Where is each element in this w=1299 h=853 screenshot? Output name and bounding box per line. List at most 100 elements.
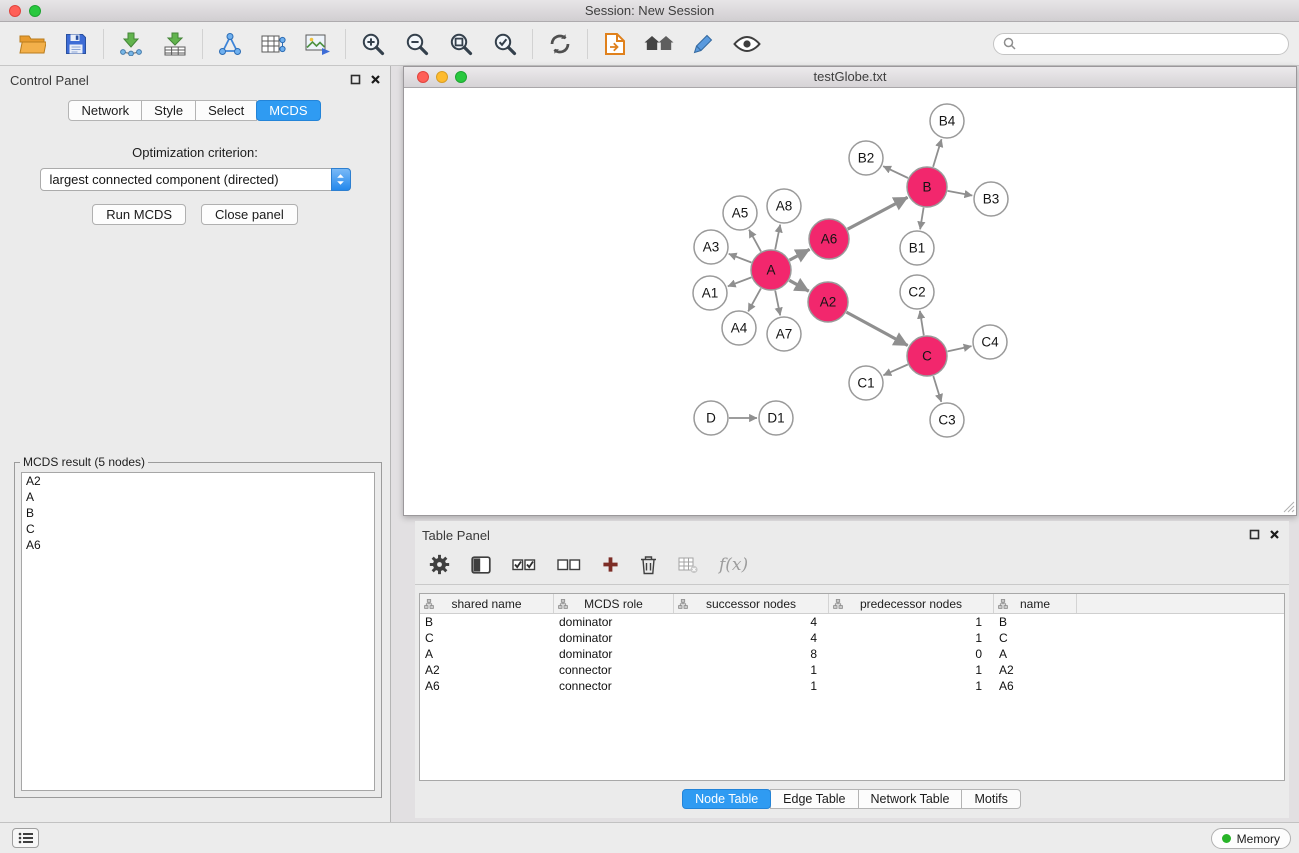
mcds-result-item[interactable]: A xyxy=(22,489,374,505)
import-network-from-file-button[interactable] xyxy=(109,25,153,63)
resize-grip-icon[interactable] xyxy=(1283,501,1295,513)
run-mcds-button[interactable]: Run MCDS xyxy=(92,204,186,225)
zoom-window-button[interactable] xyxy=(29,5,41,17)
table-cell[interactable]: 1 xyxy=(829,663,994,677)
graph-node-C4[interactable]: C4 xyxy=(973,325,1007,359)
titlebar[interactable]: Session: New Session xyxy=(0,0,1299,22)
search-box[interactable] xyxy=(993,33,1289,55)
table-cell[interactable]: C xyxy=(420,631,554,645)
graph-edge-A-A5[interactable] xyxy=(749,230,761,252)
table-cell[interactable]: 8 xyxy=(674,647,829,661)
table-cell[interactable]: A xyxy=(420,647,554,661)
delete-columns-button[interactable] xyxy=(640,555,657,575)
tab-motifs[interactable]: Motifs xyxy=(961,789,1020,809)
show-all-columns-button[interactable] xyxy=(512,558,536,572)
close-table-panel-icon[interactable] xyxy=(1269,529,1280,540)
graph-node-A[interactable]: A xyxy=(751,250,791,290)
table-cell[interactable]: connector xyxy=(554,663,674,677)
graph-edge-C-C1[interactable] xyxy=(883,365,907,376)
table-cell[interactable]: 1 xyxy=(829,679,994,693)
mcds-result-item[interactable]: C xyxy=(22,521,374,537)
graph-node-A1[interactable]: A1 xyxy=(693,276,727,310)
table-cell[interactable]: A2 xyxy=(994,663,1077,677)
graph-edge-B-B2[interactable] xyxy=(883,166,908,178)
graph-node-A8[interactable]: A8 xyxy=(767,189,801,223)
column-header-successor-nodes[interactable]: successor nodes xyxy=(674,594,829,613)
table-cell[interactable]: B xyxy=(994,615,1077,629)
float-table-panel-icon[interactable] xyxy=(1249,529,1260,540)
table-cell[interactable]: 4 xyxy=(674,615,829,629)
graph-node-C1[interactable]: C1 xyxy=(849,366,883,400)
zoom-out-button[interactable] xyxy=(395,25,439,63)
table-cell[interactable]: 4 xyxy=(674,631,829,645)
open-session-button[interactable] xyxy=(10,25,54,63)
mcds-result-list[interactable]: A2ABCA6 xyxy=(21,472,375,791)
refresh-view-button[interactable] xyxy=(538,25,582,63)
column-header-predecessor-nodes[interactable]: predecessor nodes xyxy=(829,594,994,613)
table-cell[interactable]: B xyxy=(420,615,554,629)
tab-select[interactable]: Select xyxy=(195,100,257,121)
column-header-name[interactable]: name xyxy=(994,594,1077,613)
graph-node-A4[interactable]: A4 xyxy=(722,311,756,345)
first-neighbors-button[interactable] xyxy=(593,25,637,63)
export-image-button[interactable] xyxy=(296,25,340,63)
show-graphics-details-button[interactable] xyxy=(681,25,725,63)
graph-node-D[interactable]: D xyxy=(694,401,728,435)
graph-node-B3[interactable]: B3 xyxy=(974,182,1008,216)
memory-button[interactable]: Memory xyxy=(1211,828,1291,849)
table-cell[interactable]: connector xyxy=(554,679,674,693)
graph-edge-A-A4[interactable] xyxy=(748,288,761,311)
graph-edge-C-C3[interactable] xyxy=(933,376,941,402)
graph-node-B1[interactable]: B1 xyxy=(900,231,934,265)
search-input[interactable] xyxy=(1021,37,1279,51)
new-network-from-table-button[interactable] xyxy=(252,25,296,63)
table-cell[interactable]: C xyxy=(994,631,1077,645)
tab-node-table[interactable]: Node Table xyxy=(682,789,771,809)
table-row[interactable]: Bdominator41B xyxy=(420,614,1284,630)
network-window-titlebar[interactable]: testGlobe.txt xyxy=(404,67,1296,88)
zoom-selected-button[interactable] xyxy=(483,25,527,63)
table-cell[interactable]: dominator xyxy=(554,615,674,629)
column-header-shared-name[interactable]: shared name xyxy=(420,594,554,613)
home-button[interactable] xyxy=(637,25,681,63)
table-cell[interactable]: A2 xyxy=(420,663,554,677)
graph-node-C2[interactable]: C2 xyxy=(900,275,934,309)
graph-edge-A-A1[interactable] xyxy=(728,277,752,286)
tab-network-table[interactable]: Network Table xyxy=(858,789,963,809)
tab-style[interactable]: Style xyxy=(141,100,196,121)
criterion-dropdown[interactable]: largest connected component (directed) xyxy=(40,168,351,191)
table-row[interactable]: Cdominator41C xyxy=(420,630,1284,646)
mcds-result-item[interactable]: B xyxy=(22,505,374,521)
zoom-fit-button[interactable] xyxy=(439,25,483,63)
graph-edge-A-A3[interactable] xyxy=(729,254,752,263)
table-cell[interactable]: 0 xyxy=(829,647,994,661)
table-cell[interactable]: 1 xyxy=(674,679,829,693)
table-cell[interactable]: 1 xyxy=(829,615,994,629)
graph-edge-C-C2[interactable] xyxy=(920,311,924,336)
zoom-in-button[interactable] xyxy=(351,25,395,63)
table-row[interactable]: A2connector11A2 xyxy=(420,662,1284,678)
new-network-button[interactable] xyxy=(208,25,252,63)
graph-edge-A-A8[interactable] xyxy=(775,225,780,250)
import-table-from-file-button[interactable] xyxy=(153,25,197,63)
close-panel-button[interactable]: Close panel xyxy=(201,204,298,225)
graph-edge-A-A2[interactable] xyxy=(789,280,809,291)
task-history-button[interactable] xyxy=(12,828,39,848)
mcds-result-item[interactable]: A6 xyxy=(22,537,374,553)
table-row[interactable]: Adominator80A xyxy=(420,646,1284,662)
graph-edge-A2-C[interactable] xyxy=(846,312,907,345)
close-window-button[interactable] xyxy=(9,5,21,17)
table-cell[interactable]: A6 xyxy=(994,679,1077,693)
mcds-result-item[interactable]: A2 xyxy=(22,473,374,489)
float-panel-icon[interactable] xyxy=(350,74,361,85)
graph-node-B4[interactable]: B4 xyxy=(930,104,964,138)
graph-edge-B-B3[interactable] xyxy=(948,191,973,196)
table-row[interactable]: A6connector11A6 xyxy=(420,678,1284,694)
close-panel-icon[interactable] xyxy=(370,74,381,85)
graph-node-B[interactable]: B xyxy=(907,167,947,207)
graph-edge-A-A6[interactable] xyxy=(790,249,810,260)
graph-node-A5[interactable]: A5 xyxy=(723,196,757,230)
tab-edge-table[interactable]: Edge Table xyxy=(770,789,858,809)
function-builder-button[interactable]: f(x) xyxy=(719,555,748,575)
graph-node-B2[interactable]: B2 xyxy=(849,141,883,175)
